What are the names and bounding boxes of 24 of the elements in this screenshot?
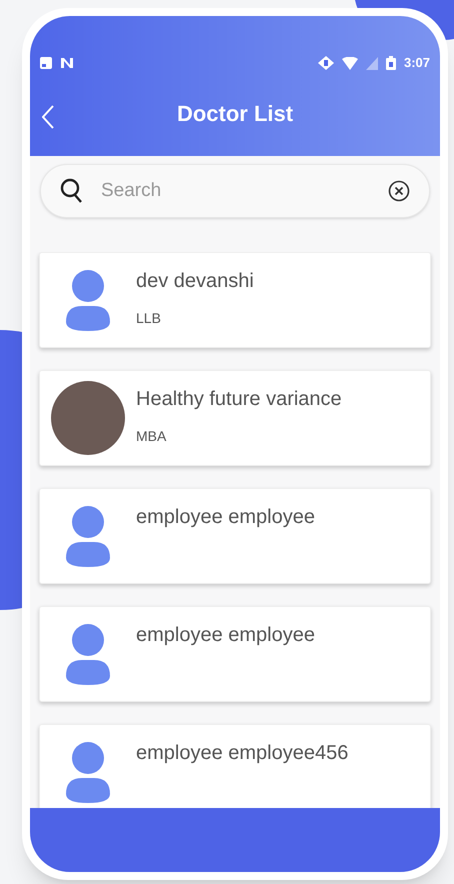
battery-icon (386, 56, 396, 70)
doctor-name: employee employee (136, 505, 315, 530)
doctor-name: Healthy future variance (136, 387, 342, 412)
doctor-card[interactable]: employee employee (39, 488, 431, 584)
rotate-icon (318, 56, 334, 70)
doctor-name: employee employee456 (136, 741, 348, 766)
clear-icon[interactable] (388, 180, 410, 202)
search-icon (60, 178, 84, 204)
doctor-name: dev devanshi (136, 269, 254, 294)
doctor-card[interactable]: Healthy future variance MBA (39, 370, 431, 466)
screen-title: Doctor List (176, 100, 294, 128)
back-icon (42, 105, 54, 129)
doctor-card[interactable]: employee employee (39, 606, 431, 702)
wifi-icon (342, 56, 358, 70)
image-icon (40, 57, 52, 69)
doctor-card[interactable]: dev devanshi LLB (39, 252, 431, 348)
doctor-degree: LLB (136, 309, 162, 328)
signal-icon (366, 56, 378, 70)
status-time: 3:07 (404, 54, 430, 72)
doctor-degree: MBA (136, 427, 168, 446)
doctor-name: employee employee (136, 623, 315, 648)
doctor-card[interactable]: employee employee456 (39, 724, 431, 808)
search-field[interactable]: Search (40, 164, 430, 218)
n-logo-icon (60, 57, 74, 69)
